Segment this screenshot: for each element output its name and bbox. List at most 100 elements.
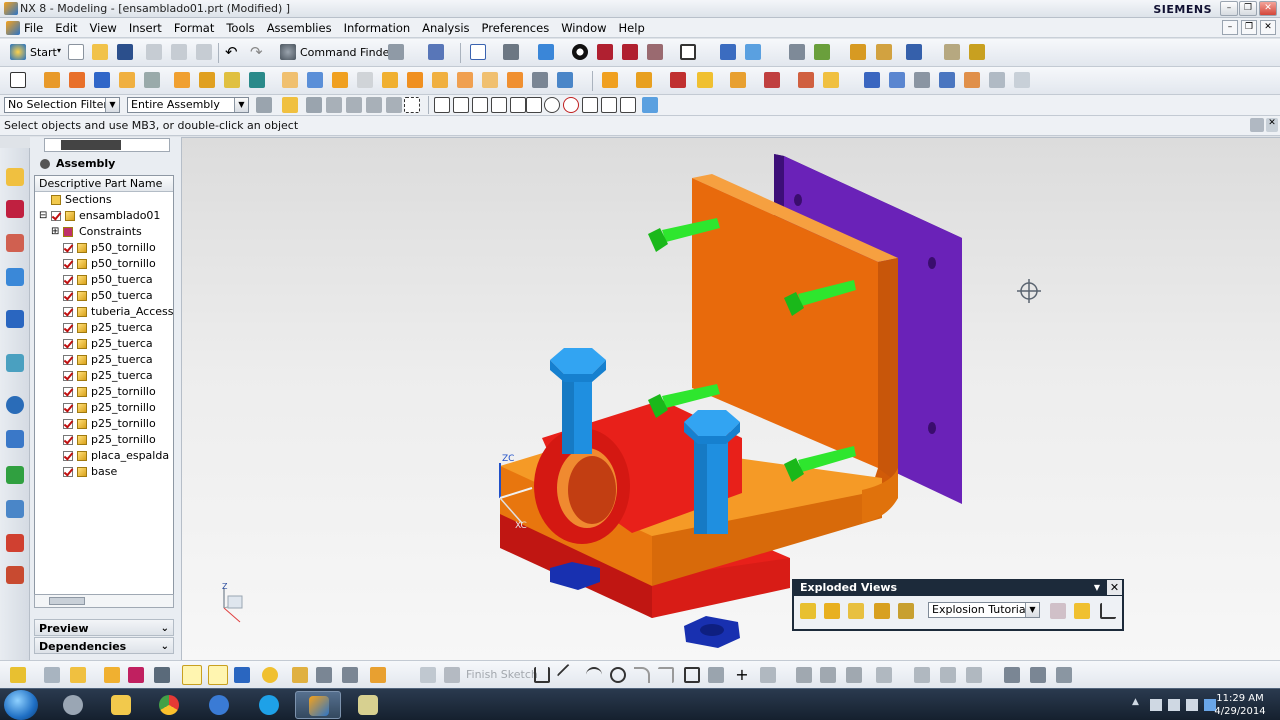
constraints-icon[interactable] xyxy=(128,667,144,683)
draft-icon[interactable] xyxy=(482,72,498,88)
layer-settings-icon[interactable] xyxy=(720,44,736,60)
sphere-icon[interactable] xyxy=(144,72,160,88)
explosion-select[interactable]: Explosion Tutorial ▼ xyxy=(928,602,1040,618)
doc-restore-button[interactable]: ❐ xyxy=(1241,20,1257,35)
start-dropdown-icon[interactable]: ▾ xyxy=(57,46,61,55)
visibility-checkbox[interactable] xyxy=(63,291,73,301)
menu-insert[interactable]: Insert xyxy=(129,21,162,35)
auto-constrain-icon[interactable] xyxy=(1056,667,1072,683)
visibility-checkbox[interactable] xyxy=(63,467,73,477)
constraint-navigator-tab-icon[interactable] xyxy=(6,200,24,218)
profile-icon[interactable] xyxy=(534,667,550,683)
clamp-icon[interactable] xyxy=(316,667,332,683)
selection-scope-select[interactable]: Entire Assembly ▼ xyxy=(127,97,249,113)
sweep-icon[interactable] xyxy=(914,72,930,88)
tree-node[interactable]: Sections xyxy=(35,192,173,208)
volume-icon[interactable] xyxy=(1186,699,1198,711)
manufacturing-wizards-tab-icon[interactable] xyxy=(6,500,24,518)
preview-panel[interactable]: Preview ⌄ xyxy=(34,619,174,636)
menu-preferences[interactable]: Preferences xyxy=(482,21,550,35)
reposition-icon[interactable] xyxy=(234,667,250,683)
tray-expand-icon[interactable]: ▲ xyxy=(1132,697,1139,707)
select-curve-icon[interactable] xyxy=(386,97,402,113)
snap-line-icon[interactable] xyxy=(472,97,488,113)
tree-node[interactable]: p25_tuerca xyxy=(35,352,173,368)
tree-node[interactable]: p25_tornillo xyxy=(35,432,173,448)
pocket-icon[interactable] xyxy=(224,72,240,88)
dependencies-panel[interactable]: Dependencies ⌄ xyxy=(34,637,174,654)
snap-3d-icon[interactable] xyxy=(642,97,658,113)
reuse-library-tab-icon[interactable] xyxy=(6,268,24,286)
chamfer-icon[interactable] xyxy=(432,72,448,88)
assembly-constraints-icon[interactable] xyxy=(670,72,686,88)
arc-icon[interactable] xyxy=(586,667,602,683)
new-explosion-icon[interactable] xyxy=(800,603,816,619)
extrude-icon[interactable] xyxy=(44,72,60,88)
menu-tools[interactable]: Tools xyxy=(226,21,254,35)
snap-midpoint-icon[interactable] xyxy=(491,97,507,113)
measure-icon[interactable] xyxy=(814,44,830,60)
visibility-checkbox[interactable] xyxy=(63,307,73,317)
grid-icon[interactable] xyxy=(342,667,358,683)
layout-icon[interactable] xyxy=(789,44,805,60)
snap-arc-center-icon[interactable] xyxy=(544,97,560,113)
tracelines-icon[interactable] xyxy=(1100,603,1116,619)
tree-node[interactable]: ⊞ Constraints xyxy=(35,224,173,240)
filter-settings-icon[interactable] xyxy=(256,97,272,113)
taskbar-notes[interactable] xyxy=(345,691,391,719)
select-edge-icon[interactable] xyxy=(366,97,382,113)
point-icon[interactable]: + xyxy=(734,667,750,683)
active-explode-icon[interactable] xyxy=(182,665,202,685)
visibility-checkbox[interactable] xyxy=(63,339,73,349)
paste-icon[interactable] xyxy=(196,44,212,60)
menu-file[interactable]: File xyxy=(24,21,43,35)
doc-close-button[interactable]: ✕ xyxy=(1260,20,1276,35)
tree-node[interactable]: p25_tuerca xyxy=(35,368,173,384)
hand-icon[interactable] xyxy=(292,667,308,683)
visibility-checkbox[interactable] xyxy=(63,371,73,381)
nx-app-icon[interactable] xyxy=(4,2,18,15)
snap-point-on-face-icon[interactable] xyxy=(601,97,617,113)
quick-extend-icon[interactable] xyxy=(820,667,836,683)
chevron-down-icon[interactable]: ▼ xyxy=(234,98,248,112)
taskbar-explorer[interactable] xyxy=(98,691,144,719)
offset-curve-icon[interactable] xyxy=(876,667,892,683)
system-scenes-tab-icon[interactable] xyxy=(6,566,24,584)
bounded-plane-icon[interactable] xyxy=(939,72,955,88)
taskbar-nx[interactable] xyxy=(295,691,341,719)
flag-icon[interactable] xyxy=(1150,699,1162,711)
visibility-checkbox[interactable] xyxy=(63,355,73,365)
thicken-icon[interactable] xyxy=(989,72,1005,88)
menu-assemblies[interactable]: Assemblies xyxy=(267,21,332,35)
snap-icon[interactable] xyxy=(850,44,866,60)
delete-explosion-icon[interactable] xyxy=(898,603,914,619)
trim-body-icon[interactable] xyxy=(382,72,398,88)
command-finder-icon[interactable] xyxy=(280,44,296,60)
view-orient-icon[interactable] xyxy=(538,44,554,60)
polygon-icon[interactable] xyxy=(708,667,724,683)
snap-quadrant-icon[interactable] xyxy=(563,97,579,113)
part-navigator-tab-icon[interactable] xyxy=(6,234,24,252)
intersection-curve-icon[interactable] xyxy=(966,667,982,683)
taskbar-clock[interactable]: 11:29 AM 4/29/2014 xyxy=(1210,692,1270,718)
analysis-icon[interactable] xyxy=(876,44,892,60)
subtract-icon[interactable] xyxy=(332,72,348,88)
snap-endpoint-icon[interactable] xyxy=(434,97,450,113)
redo-icon[interactable]: ↷ xyxy=(250,44,266,60)
show-in-view-icon[interactable] xyxy=(1074,603,1090,619)
display-icon[interactable] xyxy=(262,667,278,683)
geometric-constraints-icon[interactable] xyxy=(1030,667,1046,683)
taskbar-chrome[interactable] xyxy=(146,691,192,719)
save-icon[interactable] xyxy=(117,44,133,60)
start-icon[interactable] xyxy=(10,44,26,60)
menu-information[interactable]: Information xyxy=(344,21,411,35)
undo-icon[interactable]: ↶ xyxy=(225,44,241,60)
tree-node[interactable]: p25_tuerca xyxy=(35,336,173,352)
navigator-hscroll[interactable] xyxy=(34,594,174,608)
visibility-checkbox[interactable] xyxy=(63,435,73,445)
visibility-checkbox[interactable] xyxy=(63,275,73,285)
chamfer-sketch-icon[interactable] xyxy=(658,667,674,683)
visibility-checkbox[interactable] xyxy=(63,387,73,397)
snap-existing-icon[interactable] xyxy=(453,97,469,113)
chevron-down-icon[interactable]: ⌄ xyxy=(161,620,169,637)
